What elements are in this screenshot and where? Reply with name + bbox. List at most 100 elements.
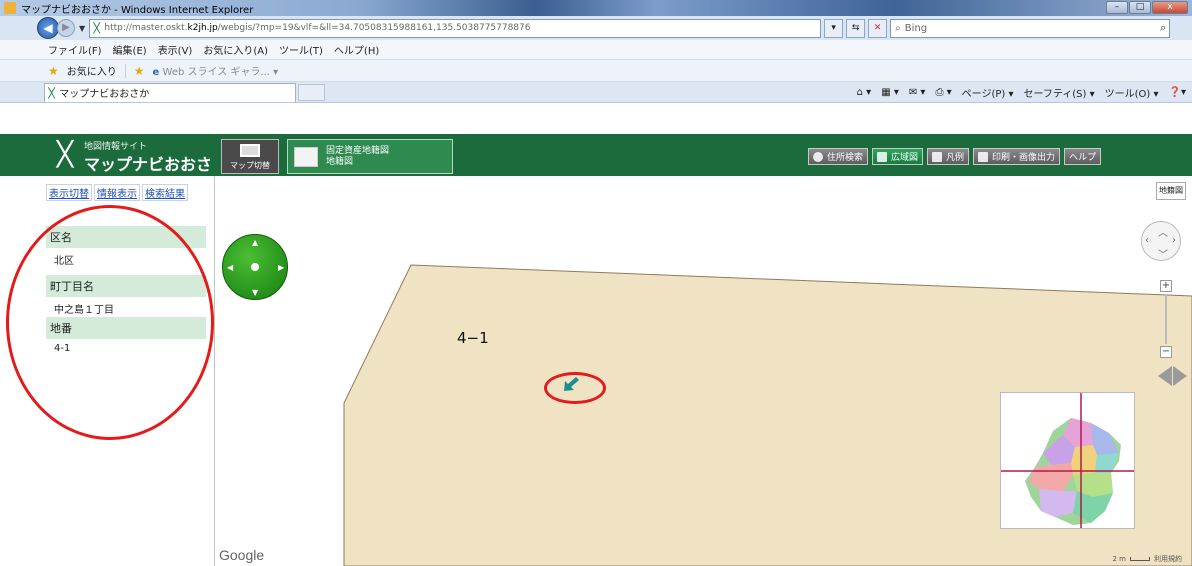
search-go-icon[interactable]: ⌕ [1160, 21, 1166, 35]
scale-bar: 2 m 利用規約 [1113, 554, 1183, 564]
menu-view[interactable]: 表示(V) [158, 42, 193, 57]
layer-thumbnail [294, 146, 318, 167]
google-logo[interactable]: Google [219, 547, 264, 563]
map-switch-label: マップ切替 [230, 161, 270, 170]
annotation-ellipse-marker [544, 372, 606, 404]
window-title: マップナビおおさか - Windows Internet Explorer [21, 4, 254, 16]
panel-tabs: 表示切替 情報表示 検索結果 [46, 184, 188, 201]
add-favorite-icon[interactable]: ★ [134, 64, 145, 78]
tab-label: マップナビおおさか [59, 89, 150, 100]
stop-icon[interactable]: ✕ [868, 18, 888, 38]
pan-up-chevron-icon[interactable]: ︿ [1158, 224, 1168, 239]
layer-indicator[interactable]: 固定資産地籍図 地籍図 [287, 139, 453, 174]
forward-button[interactable]: ▶ [57, 19, 75, 37]
zoom-out-button[interactable]: − [1160, 346, 1172, 358]
pan-up-icon[interactable]: ▲ [252, 239, 258, 247]
tab-mapnavi[interactable]: ᚷ マップナビおおさか [44, 82, 296, 102]
history-dropdown-icon[interactable]: ▼ [79, 24, 85, 33]
safety-menu[interactable]: セーフティ(S) ▾ [1023, 85, 1094, 100]
ie-icon: e [152, 67, 160, 78]
favorites-button[interactable]: お気に入り [67, 63, 117, 78]
printer-icon [978, 151, 989, 162]
site-favicon-icon: ᚷ [93, 21, 101, 35]
print-label: 印刷・画像出力 [992, 153, 1056, 163]
menu-file[interactable]: ファイル(F) [48, 42, 102, 57]
address-row: ◀ ▶ ▼ ᚷ http://master.oskt. k2jh.jp/webgi… [0, 16, 1192, 40]
print-icon[interactable]: ⎙ ▾ [935, 87, 951, 98]
next-view-icon[interactable] [1173, 366, 1187, 386]
zoom-slider[interactable] [1165, 294, 1167, 344]
help-button[interactable]: ヘルプ [1064, 148, 1102, 165]
wide-map-button[interactable]: 広域図 [872, 148, 924, 165]
google-pan-control[interactable]: ︿ ‹ › ﹀ [1141, 221, 1181, 261]
address-input[interactable]: ᚷ http://master.oskt. k2jh.jp/webgis/?mp=… [89, 18, 822, 38]
pan-down-chevron-icon[interactable]: ﹀ [1158, 246, 1168, 261]
map-icon [877, 151, 888, 162]
close-button[interactable]: x [1152, 1, 1188, 14]
tab-favicon-icon: ᚷ [48, 85, 56, 100]
pan-right-chevron-icon[interactable]: › [1172, 235, 1176, 246]
url-rest: /webgis/?mp=19&vlf=&ll=34.70508315988161… [217, 23, 531, 33]
pan-compass-control[interactable]: ▲ ▼ ◀ ▶ [222, 234, 288, 300]
search-input[interactable]: ⌕ Bing ⌕ [890, 18, 1171, 38]
ie-app-icon [4, 2, 16, 14]
pan-down-icon[interactable]: ▼ [252, 289, 258, 297]
search-placeholder: Bing [904, 22, 928, 34]
logo-mark-icon: ᚷ [56, 137, 74, 172]
pan-center-icon[interactable] [251, 263, 259, 271]
legend-label: 凡例 [946, 153, 965, 163]
pan-right-icon[interactable]: ▶ [278, 264, 284, 272]
address-search-label: 住所検索 [827, 153, 864, 163]
map-canvas[interactable]: 4−1 ▲ ▼ ◀ ▶ 地籍図 ︿ ‹ › ﹀ + − Google 2 m 利… [216, 176, 1192, 566]
tab-row: ᚷ マップナビおおさか ⌂ ▾ ▦ ▾ ✉ ▾ ⎙ ▾ ページ(P) ▾ セーフ… [0, 82, 1192, 103]
address-dropdown-icon[interactable]: ▾ [824, 18, 844, 38]
legend-icon [932, 151, 943, 162]
scale-bar-line [1130, 557, 1150, 561]
layer-line1: 固定資産地籍図 [326, 145, 390, 156]
refresh-icon[interactable]: ⇆ [846, 18, 866, 38]
feeds-icon[interactable]: ▦ ▾ [881, 87, 899, 98]
help-icon[interactable]: ❓▾ [1169, 87, 1186, 98]
site-logo[interactable]: ᚷ 地図情報サイト マップナビおおさか [56, 137, 216, 199]
wide-map-label: 広域図 [891, 153, 919, 163]
minimize-button[interactable]: – [1106, 1, 1128, 14]
menu-help[interactable]: ヘルプ(H) [334, 42, 379, 57]
mail-icon[interactable]: ✉ ▾ [909, 87, 926, 98]
webslice-label: Web スライス ギャラ... [162, 67, 270, 78]
previous-view-icon[interactable] [1158, 366, 1172, 386]
maximize-button[interactable]: □ [1129, 1, 1151, 14]
pan-left-icon[interactable]: ◀ [227, 264, 233, 272]
print-button[interactable]: 印刷・画像出力 [973, 148, 1061, 165]
map-type-button[interactable]: 地籍図 [1156, 182, 1186, 200]
tab-info-display[interactable]: 情報表示 [94, 184, 140, 201]
terms-link[interactable]: 利用規約 [1154, 554, 1182, 564]
menu-favorites[interactable]: お気に入り(A) [203, 42, 268, 57]
url-host: k2jh.jp [187, 23, 218, 33]
menu-edit[interactable]: 編集(E) [113, 42, 147, 57]
webslice-gallery-link[interactable]: e Web スライス ギャラ... ▾ [153, 63, 279, 78]
overview-map[interactable] [1000, 392, 1135, 529]
legend-button[interactable]: 凡例 [927, 148, 970, 165]
home-icon[interactable]: ⌂ ▾ [857, 87, 872, 98]
zoom-in-button[interactable]: + [1160, 280, 1172, 292]
monitor-icon [240, 144, 260, 157]
new-tab-button[interactable] [298, 83, 325, 101]
favorites-star-icon[interactable]: ★ [48, 64, 59, 78]
tools-menu[interactable]: ツール(O) ▾ [1105, 85, 1159, 100]
tab-search-results[interactable]: 検索結果 [142, 184, 188, 201]
search-icon [813, 151, 823, 162]
bing-search-icon: ⌕ [895, 22, 901, 34]
address-search-button[interactable]: 住所検索 [808, 148, 869, 165]
layer-line2: 地籍図 [326, 156, 354, 167]
tab-display-toggle[interactable]: 表示切替 [46, 184, 92, 201]
map-switch-button[interactable]: マップ切替 [221, 139, 279, 174]
zoom-control: + − [1160, 280, 1172, 360]
help-label: ヘルプ [1069, 153, 1097, 163]
command-bar: ⌂ ▾ ▦ ▾ ✉ ▾ ⎙ ▾ ページ(P) ▾ セーフティ(S) ▾ ツール(… [857, 85, 1186, 100]
window-controls: – □ x [1106, 1, 1188, 14]
page-menu[interactable]: ページ(P) ▾ [962, 85, 1014, 100]
back-button[interactable]: ◀ [37, 17, 59, 39]
menu-tools[interactable]: ツール(T) [279, 42, 323, 57]
pan-left-chevron-icon[interactable]: ‹ [1145, 235, 1149, 246]
menu-bar: ファイル(F) 編集(E) 表示(V) お気に入り(A) ツール(T) ヘルプ(… [0, 40, 1192, 60]
